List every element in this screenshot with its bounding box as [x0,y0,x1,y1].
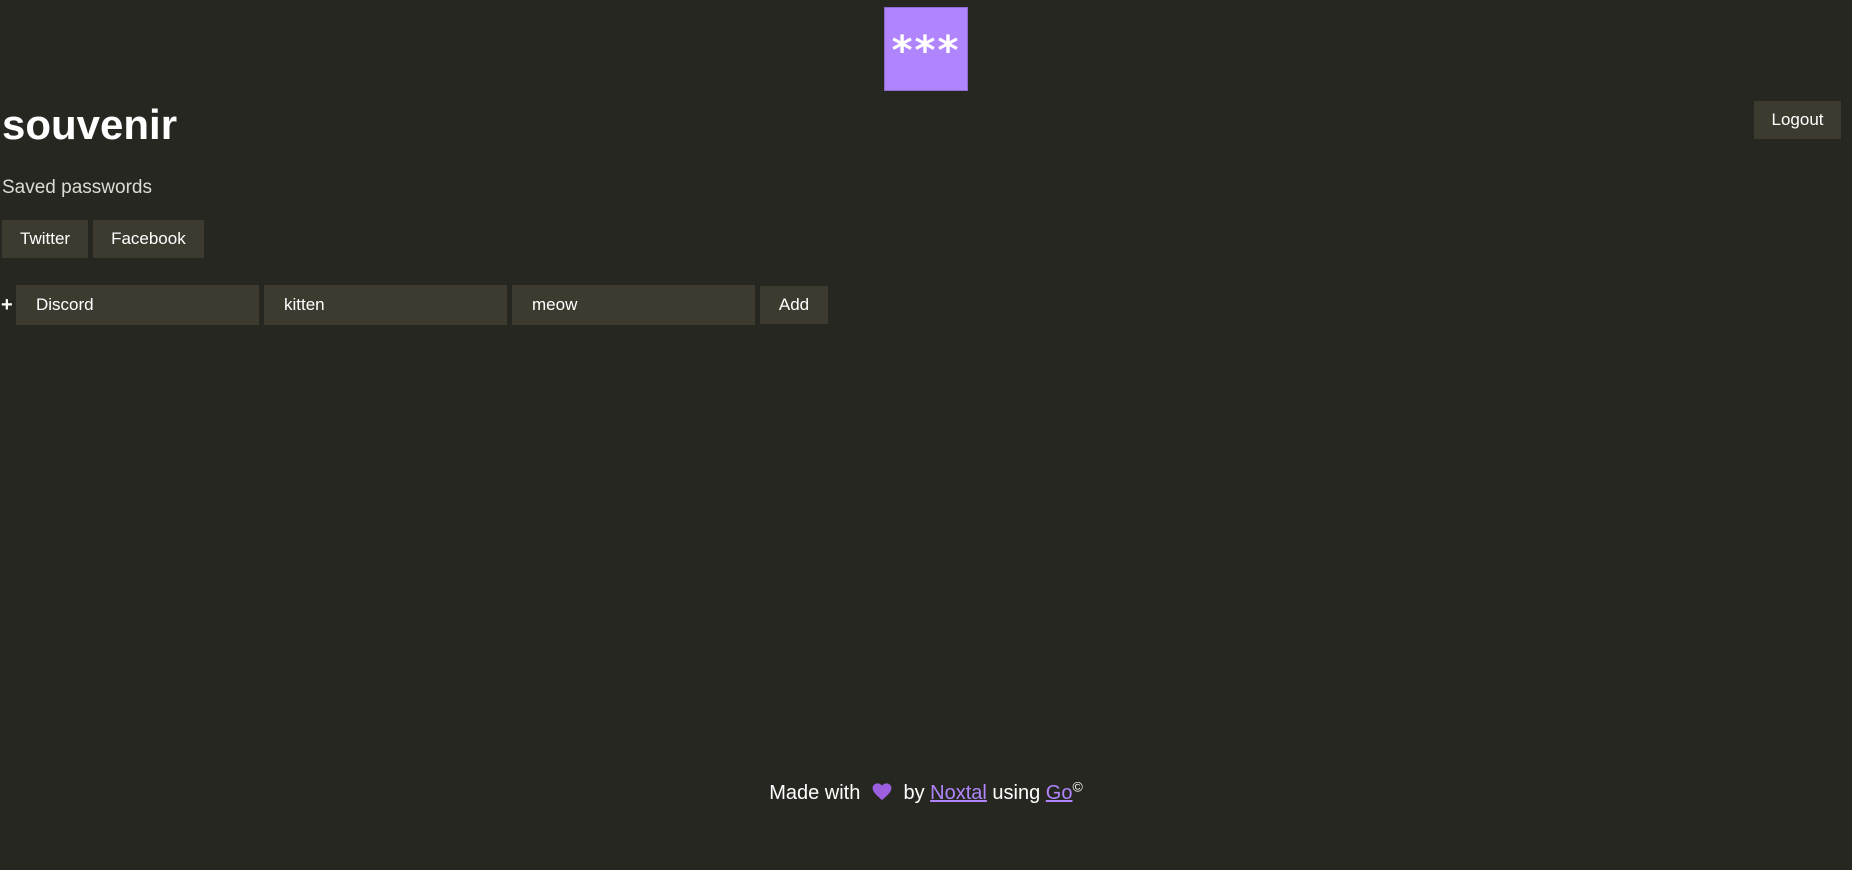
footer-by: by [903,782,925,804]
saved-passwords-list: Twitter Facebook [2,220,204,258]
password-input[interactable] [512,285,755,325]
saved-passwords-heading: Saved passwords [2,177,152,198]
heart-icon [872,783,892,801]
logo-text: *** [891,28,961,74]
logout-button[interactable]: Logout [1754,101,1841,139]
saved-item-twitter[interactable]: Twitter [2,220,89,258]
add-button[interactable]: Add [760,286,828,324]
footer-using: using [992,782,1041,804]
go-link[interactable]: Go [1046,782,1073,804]
service-input[interactable] [16,285,259,325]
footer: Made with by Noxtal using Go© [0,778,1852,808]
logo: *** [884,7,968,91]
plus-icon: + [1,294,13,316]
copyright-mark: © [1072,778,1083,795]
footer-made-with: Made with [769,782,861,804]
author-link[interactable]: Noxtal [930,782,987,804]
saved-item-facebook[interactable]: Facebook [93,220,204,258]
username-input[interactable] [264,285,507,325]
page-title: souvenir [2,101,178,148]
add-password-form: + Add [1,285,828,325]
